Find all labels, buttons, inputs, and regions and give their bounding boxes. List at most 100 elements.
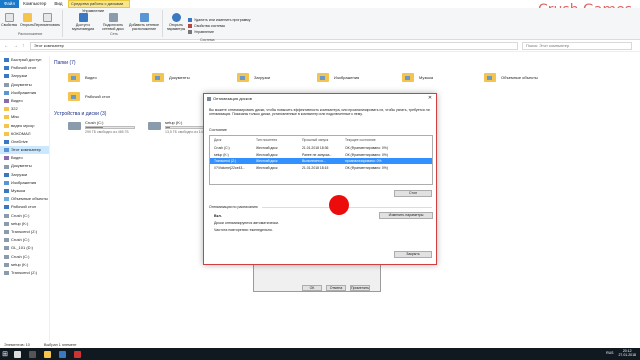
- dialog-description: Вы можете оптимизировать диски, чтобы по…: [209, 108, 430, 117]
- star-icon: [4, 58, 9, 63]
- stop-button[interactable]: Стоп: [394, 190, 432, 197]
- rename-button[interactable]: Переименовать: [34, 13, 60, 27]
- ok-button[interactable]: ОК: [302, 285, 322, 291]
- sidebar-item[interactable]: Изображения: [0, 89, 49, 97]
- table-cell: Жесткий диск: [256, 159, 278, 163]
- table-cell: Ранее не запуска...: [302, 152, 333, 157]
- forward-arrow-icon[interactable]: →: [13, 43, 18, 49]
- sidebar-item[interactable]: Объемные объекты: [0, 195, 49, 203]
- sidebar-item[interactable]: Видео: [0, 154, 49, 162]
- sidebar-item-label: setup (K:): [11, 261, 29, 267]
- windows-start-icon[interactable]: ⊞: [0, 348, 10, 360]
- folders-section-header[interactable]: Папки (7): [54, 60, 76, 66]
- sidebar-item[interactable]: Загрузки: [0, 171, 49, 179]
- sidebar-item[interactable]: Документы: [0, 162, 49, 170]
- tab-file[interactable]: Файл: [0, 0, 20, 8]
- system-properties-button[interactable]: Свойства системы: [188, 24, 225, 28]
- hard-drive-icon: [148, 122, 161, 130]
- music-icon: [4, 189, 9, 194]
- sidebar-item[interactable]: Transcend (Z:): [0, 228, 49, 236]
- table-row[interactable]: \\?\Volume{22ce43... Жесткий диск 21.01.20…: [210, 165, 432, 171]
- cancel-button[interactable]: Отмена: [326, 285, 346, 291]
- ribbon-separator: [162, 10, 163, 37]
- folder-music[interactable]: Музыка: [402, 73, 433, 82]
- uninstall-program-button[interactable]: Удалить или изменить программу: [188, 18, 251, 22]
- task-view-icon[interactable]: [29, 350, 36, 358]
- folder-desktop[interactable]: Рабочий стол: [68, 92, 110, 101]
- sidebar-item[interactable]: setup (K:): [0, 220, 49, 228]
- sidebar-item[interactable]: OneDrive: [0, 138, 49, 146]
- dialog-title: Оптимизация дисков: [213, 96, 252, 101]
- column-header[interactable]: Диск: [214, 137, 221, 143]
- close-icon[interactable]: ✕: [424, 94, 436, 102]
- downloads-icon: [4, 172, 9, 177]
- sidebar-item[interactable]: GL_101 (D:): [0, 244, 49, 252]
- folder-video[interactable]: Видео: [68, 73, 97, 82]
- back-arrow-icon[interactable]: ←: [4, 43, 9, 49]
- open-button[interactable]: Открыть: [20, 13, 34, 27]
- column-header[interactable]: Тип носителя: [256, 137, 277, 143]
- search-icon[interactable]: [14, 350, 21, 358]
- sidebar-item[interactable]: Transcend (Z:): [0, 269, 49, 277]
- sidebar-item[interactable]: Misc: [0, 113, 49, 121]
- map-drive-button[interactable]: Подключить сетевой диск: [98, 13, 128, 31]
- drive-icon: [4, 246, 9, 251]
- table-row[interactable]: Crush (C:) Жесткий диск 21.01.2018 18:36 ОК…: [210, 145, 432, 151]
- sidebar-item[interactable]: Музыка: [0, 187, 49, 195]
- sidebar-item-label: Загрузки: [11, 73, 28, 79]
- folder-documents[interactable]: Документы: [152, 73, 190, 82]
- tab-computer[interactable]: Компьютер: [19, 0, 51, 8]
- manage-button[interactable]: Управление: [188, 30, 214, 34]
- sidebar-item[interactable]: 322: [0, 105, 49, 113]
- app-icon[interactable]: [74, 350, 81, 358]
- sidebar-item[interactable]: Crush (C:): [0, 212, 49, 220]
- sidebar-item[interactable]: Рабочий стол: [0, 203, 49, 211]
- open-settings-button[interactable]: Открыть параметры: [166, 13, 186, 31]
- sidebar-item[interactable]: видео мусор: [0, 122, 49, 130]
- table-header: Диск Тип носителя Прошлый запуск Текущее…: [210, 137, 432, 143]
- apply-button[interactable]: Применить: [350, 285, 370, 291]
- file-explorer-icon[interactable]: [44, 350, 51, 358]
- language-indicator[interactable]: RUS: [606, 351, 613, 355]
- browser-icon[interactable]: [59, 350, 66, 358]
- sidebar-item[interactable]: Быстрый доступ: [0, 56, 49, 64]
- table-row[interactable]: Transcend (Z:) Жесткий диск Выполняется...…: [210, 158, 432, 164]
- ribbon-separator: [62, 10, 63, 37]
- tab-view[interactable]: Вид: [50, 0, 66, 8]
- folder-downloads[interactable]: Загрузки: [237, 73, 270, 82]
- sidebar-item[interactable]: setup (K:): [0, 261, 49, 269]
- column-header[interactable]: Прошлый запуск: [302, 137, 328, 143]
- sidebar-item[interactable]: Документы: [0, 81, 49, 89]
- clock[interactable]: 20:12 27.01.2018: [618, 349, 636, 357]
- sidebar-item[interactable]: Рабочий стол: [0, 64, 49, 72]
- sidebar-item-label: setup (K:): [11, 220, 29, 226]
- sidebar-item-label: GL_101 (D:): [11, 245, 34, 251]
- change-settings-button[interactable]: Изменить параметры: [379, 212, 433, 219]
- folder-pictures[interactable]: Изображения: [317, 73, 359, 82]
- tab-manage-label[interactable]: Управление: [82, 8, 104, 13]
- drive-c[interactable]: Crush (C:) 299 ГБ свободно из 465 ГБ: [68, 120, 135, 134]
- sidebar-item[interactable]: Изображения: [0, 179, 49, 187]
- sidebar-item[interactable]: Видео: [0, 97, 49, 105]
- sidebar-item[interactable]: КОКОМАЛ: [0, 130, 49, 138]
- search-input[interactable]: Поиск: Этот компьютер: [522, 42, 632, 50]
- properties-button[interactable]: Свойства: [1, 13, 17, 27]
- uninstall-icon: [188, 18, 192, 22]
- system-properties-label: Свойства системы: [194, 24, 226, 28]
- add-network-location-button[interactable]: Добавить сетевое расположение: [128, 13, 160, 31]
- sidebar-item[interactable]: Этот компьютер: [0, 146, 49, 155]
- table-cell: Crush (C:): [214, 146, 230, 150]
- close-button[interactable]: Закрыть: [394, 251, 432, 258]
- video-icon: [4, 99, 9, 104]
- folder-3d-objects[interactable]: Объемные объекты: [484, 73, 538, 82]
- tab-manage[interactable]: Средства работы с дисками: [68, 0, 130, 8]
- address-path[interactable]: Этот компьютер: [30, 42, 518, 50]
- column-header[interactable]: Текущее состояние: [345, 137, 376, 143]
- sidebar-item[interactable]: Crush (C:): [0, 253, 49, 261]
- up-arrow-icon[interactable]: ↑: [22, 43, 25, 49]
- table-row[interactable]: setup (K:) Жесткий диск Ранее не запуска..…: [210, 152, 432, 158]
- media-access-button[interactable]: Доступ к мультимедиа: [68, 13, 98, 31]
- sidebar-item[interactable]: Загрузки: [0, 72, 49, 80]
- sidebar-item[interactable]: Crush (C:): [0, 236, 49, 244]
- drives-section-header[interactable]: Устройства и диски (3): [54, 111, 106, 117]
